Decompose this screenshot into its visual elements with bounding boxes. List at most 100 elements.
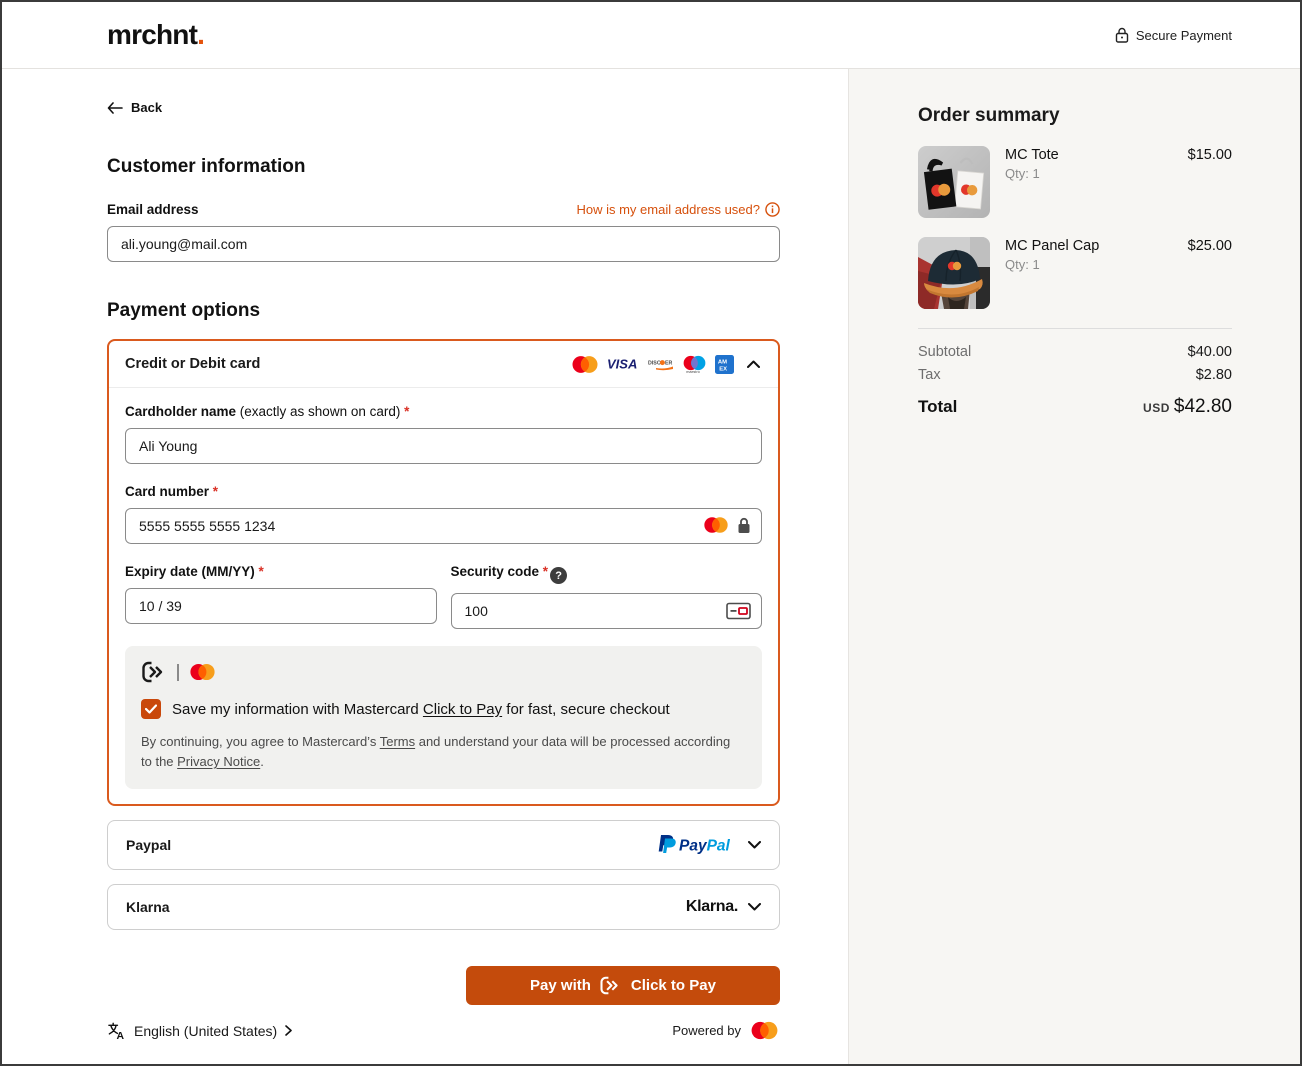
click-to-pay-link[interactable]: Click to Pay xyxy=(423,701,502,718)
checkout-form-pane: Back Customer information Email address … xyxy=(2,69,848,1064)
email-label: Email address xyxy=(107,202,199,217)
privacy-notice-link[interactable]: Privacy Notice xyxy=(177,754,260,769)
lock-icon xyxy=(1115,27,1129,43)
item-price: $15.00 xyxy=(1188,146,1232,218)
payment-options-title: Payment options xyxy=(107,300,780,322)
cvc-input[interactable] xyxy=(451,593,763,629)
amex-icon: AMEX xyxy=(715,355,734,374)
click-to-pay-icon xyxy=(141,661,168,683)
secure-payment-badge: Secure Payment xyxy=(1115,27,1232,43)
cardholder-label: Cardholder name (exactly as shown on car… xyxy=(125,404,762,419)
klarna-logo: Klarna. xyxy=(686,898,738,916)
mastercard-icon xyxy=(570,355,600,374)
email-help-text: How is my email address used? xyxy=(576,202,760,217)
expiry-input[interactable] xyxy=(125,588,437,624)
mastercard-footer-icon xyxy=(749,1021,780,1040)
order-summary-title: Order summary xyxy=(918,105,1232,127)
total-row: Total USD$42.80 xyxy=(918,396,1232,418)
checkout-page: mrchnt. Secure Payment Back Customer inf… xyxy=(0,0,1302,1066)
click-to-pay-box: Save my information with Mastercard Clic… xyxy=(125,646,762,789)
svg-text:A: A xyxy=(117,1031,125,1040)
save-info-checkbox[interactable] xyxy=(141,699,161,719)
cardholder-input[interactable] xyxy=(125,428,762,464)
email-input[interactable] xyxy=(107,226,780,262)
card-brand-detected-icon xyxy=(702,516,730,534)
email-help-link[interactable]: How is my email address used? xyxy=(576,202,780,217)
card-brand-icons: VISA DISC ER maestro AMEX xyxy=(570,355,760,374)
card-number-label: Card number * xyxy=(125,484,762,499)
card-payment-panel: Credit or Debit card VISA DISC ER maestro xyxy=(107,339,780,807)
field-lock-icon xyxy=(737,517,751,534)
terms-link[interactable]: Terms xyxy=(380,734,415,749)
klarna-expand-chevron-icon xyxy=(748,903,761,911)
card-number-input[interactable] xyxy=(125,508,762,544)
item-qty: Qty: 1 xyxy=(1005,257,1173,272)
svg-text:VISA: VISA xyxy=(607,357,637,371)
secure-payment-label: Secure Payment xyxy=(1136,28,1232,43)
footer-bar: A English (United States) Powered by xyxy=(107,1021,780,1040)
svg-text:maestro: maestro xyxy=(686,369,700,373)
tax-value: $2.80 xyxy=(1196,367,1232,383)
summary-divider xyxy=(918,328,1232,329)
language-label: English (United States) xyxy=(134,1023,277,1039)
info-icon xyxy=(765,202,780,217)
item-name: MC Tote xyxy=(1005,147,1173,163)
klarna-method-row[interactable]: Klarna Klarna. xyxy=(107,884,780,930)
order-summary-pane: Order summary xyxy=(848,69,1300,1064)
subtotal-row: Subtotal $40.00 xyxy=(918,344,1232,360)
back-button[interactable]: Back xyxy=(107,100,162,115)
svg-text:AM: AM xyxy=(718,359,727,365)
maestro-icon: maestro xyxy=(681,355,708,374)
paypal-expand-chevron-icon xyxy=(748,841,761,849)
save-info-label: Save my information with Mastercard Clic… xyxy=(172,701,670,718)
tote-product-image xyxy=(918,146,990,218)
pay-button-suffix: Click to Pay xyxy=(631,977,716,994)
terms-text: By continuing, you agree to Mastercard’s… xyxy=(141,732,741,772)
expiry-label: Expiry date (MM/YY) * xyxy=(125,564,437,579)
total-value: USD$42.80 xyxy=(1143,396,1232,418)
discover-icon: DISC ER xyxy=(648,357,674,371)
language-selector[interactable]: A English (United States) xyxy=(107,1021,292,1040)
cvc-help-icon[interactable]: ? xyxy=(550,567,567,584)
order-item-tote: MC Tote Qty: 1 $15.00 xyxy=(918,146,1232,218)
mastercard-small-icon xyxy=(188,663,217,681)
card-form: Cardholder name (exactly as shown on car… xyxy=(109,388,778,805)
merchant-logo-text: mrchnt xyxy=(107,19,197,50)
svg-text:PayPal: PayPal xyxy=(679,838,731,855)
paypal-logo-icon: PayPal xyxy=(658,834,738,856)
order-item-cap: MC Panel Cap Qty: 1 $25.00 xyxy=(918,237,1232,309)
subtotal-label: Subtotal xyxy=(918,344,971,360)
klarna-label: Klarna xyxy=(126,899,170,915)
item-price: $25.00 xyxy=(1188,237,1232,309)
pay-button[interactable]: Pay with Click to Pay xyxy=(466,966,780,1005)
click-to-pay-button-icon xyxy=(599,976,623,995)
tax-row: Tax $2.80 xyxy=(918,367,1232,383)
svg-text:ER: ER xyxy=(665,361,673,367)
svg-text:DISC: DISC xyxy=(648,361,661,367)
card-method-header[interactable]: Credit or Debit card VISA DISC ER maestro xyxy=(109,341,778,388)
logo-separator xyxy=(177,664,179,681)
cvc-card-icon xyxy=(726,602,751,619)
collapse-chevron-icon[interactable] xyxy=(747,360,760,368)
card-method-label: Credit or Debit card xyxy=(125,356,260,372)
item-qty: Qty: 1 xyxy=(1005,166,1173,181)
cvc-label: Security code *? xyxy=(451,564,763,585)
item-name: MC Panel Cap xyxy=(1005,238,1173,254)
total-label: Total xyxy=(918,397,957,417)
visa-icon: VISA xyxy=(607,357,641,371)
merchant-logo: mrchnt. xyxy=(107,19,204,51)
powered-by: Powered by xyxy=(672,1021,780,1040)
translate-icon: A xyxy=(107,1021,126,1040)
currency-code: USD xyxy=(1143,401,1170,415)
paypal-label: Paypal xyxy=(126,837,171,853)
customer-info-title: Customer information xyxy=(107,156,780,178)
tax-label: Tax xyxy=(918,367,941,383)
back-label: Back xyxy=(131,100,162,115)
paypal-method-row[interactable]: Paypal PayPal xyxy=(107,820,780,870)
svg-text:EX: EX xyxy=(719,366,727,372)
language-chevron-icon xyxy=(285,1025,292,1036)
subtotal-value: $40.00 xyxy=(1188,344,1232,360)
pay-button-prefix: Pay with xyxy=(530,977,591,994)
merchant-logo-dot: . xyxy=(197,19,204,50)
top-bar: mrchnt. Secure Payment xyxy=(2,2,1300,69)
